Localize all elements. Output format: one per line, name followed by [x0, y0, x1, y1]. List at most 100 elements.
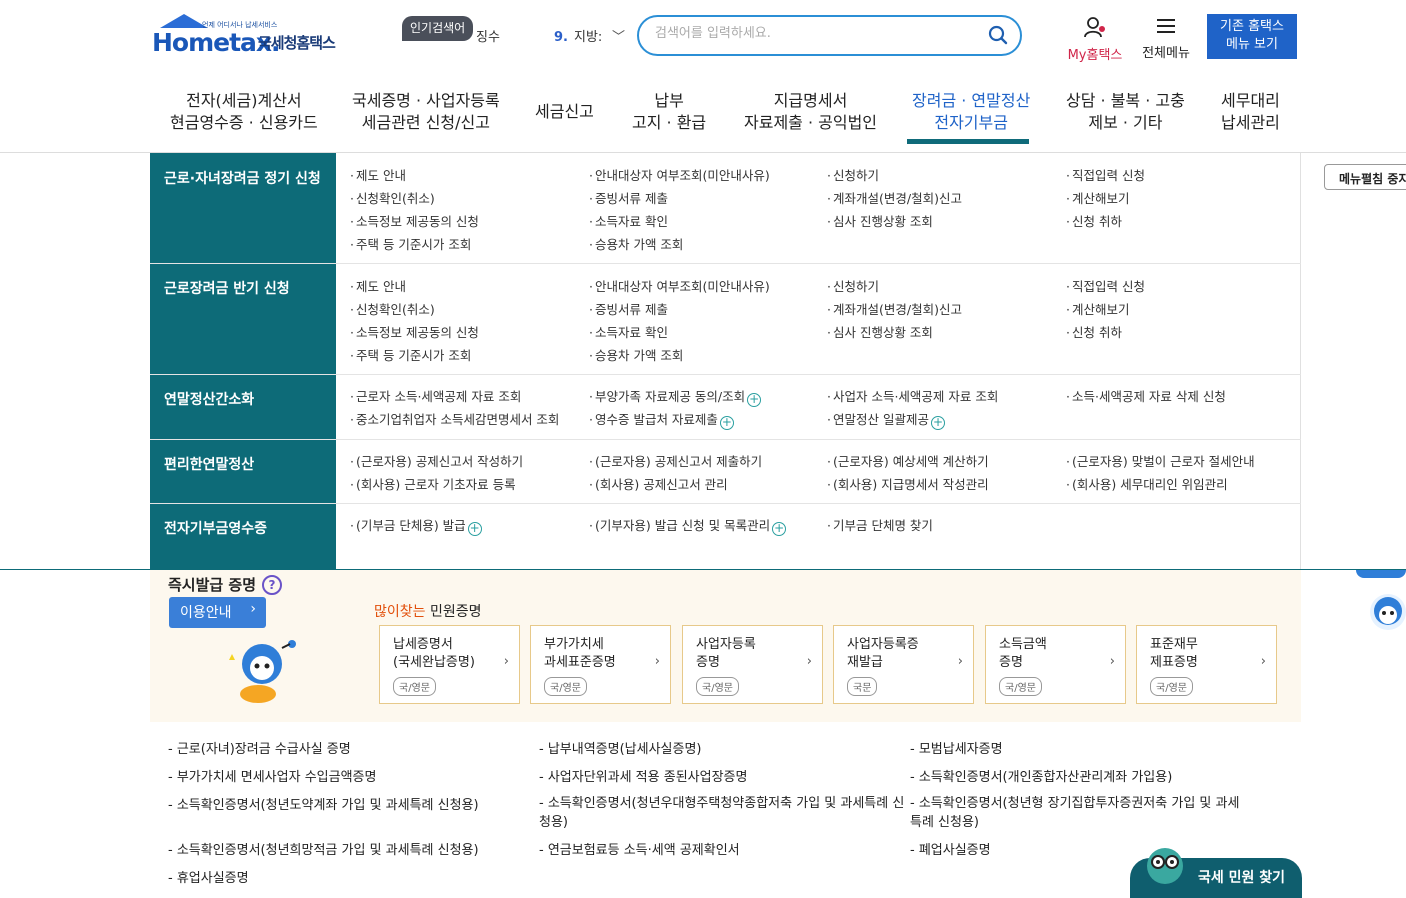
mega-link[interactable]: 연말정산 일괄제공+	[827, 409, 945, 430]
hometax-logo[interactable]: 언제 어디서나 납세서비스 Hometax. 국세청홈택스	[152, 14, 352, 62]
certificate-card[interactable]: 납세증명서 (국세완납증명) › 국/영문	[379, 625, 520, 704]
mega-link[interactable]: (기부금 단체용) 발급+	[350, 515, 482, 536]
gnb-item-agent[interactable]: 세무대리 납세관리	[1221, 90, 1280, 134]
mega-link[interactable]: 주택 등 기준시가 조회	[350, 234, 471, 253]
plus-circle-icon[interactable]: +	[772, 522, 787, 536]
certificate-card[interactable]: 표준재무 제표증명 › 국/영문	[1136, 625, 1277, 704]
mega-link[interactable]: 근로자 소득·세액공제 자료 조회	[350, 386, 521, 405]
search-input[interactable]	[655, 26, 975, 41]
gnb-item-certificate[interactable]: 국세증명 · 사업자등록 세금관련 신청/신고	[352, 90, 500, 134]
usage-guide-button[interactable]: 이용안내 ›	[169, 597, 266, 628]
mega-link[interactable]: (근로자용) 공제신고서 작성하기	[350, 451, 523, 470]
gnb-item-consulting[interactable]: 상담 · 불복 · 고충 제보 · 기타	[1066, 90, 1185, 134]
mega-link[interactable]: 계산해보기	[1066, 299, 1130, 318]
mega-link[interactable]: 계좌개설(변경/철회)신고	[827, 299, 962, 318]
mega-link[interactable]: (근로자용) 공제신고서 제출하기	[589, 451, 762, 470]
popular-search-item[interactable]: 9. 지방:	[554, 26, 602, 45]
mega-link[interactable]: 신청 취하	[1066, 322, 1122, 341]
my-hometax-button[interactable]: My홈택스	[1062, 16, 1128, 63]
menu-expand-stop-button[interactable]: 메뉴펼침 중지	[1324, 164, 1406, 190]
certificate-link[interactable]: 사업자단위과세 적용 종된사업장증명	[539, 768, 748, 787]
mega-link[interactable]: 직접입력 신청	[1066, 276, 1145, 295]
mega-link[interactable]: 신청확인(취소)	[350, 188, 435, 207]
mega-link[interactable]: 심사 진행상황 조회	[827, 322, 933, 341]
certificate-link[interactable]: 납부내역증명(납세사실증명)	[539, 740, 702, 759]
mega-link[interactable]: 사업자 소득·세액공제 자료 조회	[827, 386, 998, 405]
mega-link[interactable]: 제도 안내	[350, 165, 406, 184]
certificate-card[interactable]: 사업자등록증 재발급 › 국문	[833, 625, 974, 704]
search-icon[interactable]	[988, 25, 1008, 45]
plus-circle-icon[interactable]: +	[747, 393, 762, 407]
mega-link[interactable]: 승용차 가액 조회	[589, 345, 683, 364]
mega-link[interactable]: 영수증 발급처 자료제출+	[589, 409, 734, 430]
plus-circle-icon[interactable]: +	[719, 416, 734, 430]
certificate-card[interactable]: 부가가치세 과세표준증명 › 국/영문	[530, 625, 671, 704]
mega-link[interactable]: 제도 안내	[350, 276, 406, 295]
mega-link[interactable]: 소득·세액공제 자료 삭제 신청	[1066, 386, 1226, 405]
mega-link[interactable]: 계산해보기	[1066, 188, 1130, 207]
all-menu-button[interactable]: 전체메뉴	[1138, 16, 1194, 61]
certificate-link[interactable]: 소득확인증명서(청년형 장기집합투자증권저축 가입 및 과세특례 신청용)	[910, 794, 1240, 832]
certificate-card[interactable]: 사업자등록 증명 › 국/영문	[682, 625, 823, 704]
mega-link[interactable]: (근로자용) 맞벌이 근로자 절세안내	[1066, 451, 1255, 470]
gnb-item-payment-statement[interactable]: 지급명세서 자료제출 · 공익법인	[744, 90, 877, 134]
mega-link[interactable]: 승용차 가액 조회	[589, 234, 683, 253]
mega-row: 연말정산간소화 근로자 소득·세액공제 자료 조회 중소기업취업자 소득세감면명…	[150, 375, 1301, 440]
mega-link[interactable]: 기부금 단체명 찾기	[827, 515, 933, 534]
mega-link[interactable]: 소득정보 제공동의 신청	[350, 211, 479, 230]
certificate-link[interactable]: 소득확인증명서(청년도약계좌 가입 및 과세특례 신청용)	[168, 796, 528, 815]
mega-link[interactable]: 직접입력 신청	[1066, 165, 1145, 184]
plus-circle-icon[interactable]: +	[930, 416, 945, 430]
popular-search-prev[interactable]: 징수	[476, 26, 500, 45]
mega-link[interactable]: (회사용) 근로자 기초자료 등록	[350, 474, 516, 493]
certificate-link[interactable]: 근로(자녀)장려금 수급사실 증명	[168, 740, 351, 759]
mega-link[interactable]: 증빙서류 제출	[589, 188, 668, 207]
certificate-link[interactable]: 소득확인증명서(청년희망적금 가입 및 과세특례 신청용)	[168, 841, 479, 860]
gnb-line2: 세금관련 신청/신고	[361, 113, 490, 132]
mega-link[interactable]: (회사용) 공제신고서 관리	[589, 474, 728, 493]
mega-link[interactable]: (근로자용) 예상세액 계산하기	[827, 451, 989, 470]
mega-link[interactable]: 신청하기	[827, 276, 879, 295]
mega-link[interactable]: (회사용) 지급명세서 작성관리	[827, 474, 989, 493]
mega-link[interactable]: 소득자료 확인	[589, 322, 668, 341]
gnb-item-einvoice[interactable]: 전자(세금)계산서 현금영수증 · 신용카드	[170, 90, 318, 134]
mega-link[interactable]: 증빙서류 제출	[589, 299, 668, 318]
mega-link[interactable]: 소득정보 제공동의 신청	[350, 322, 479, 341]
certificate-card[interactable]: 소득금액 증명 › 국/영문	[985, 625, 1126, 704]
mega-link[interactable]: (기부자용) 발급 신청 및 목록관리+	[589, 515, 787, 536]
mega-category[interactable]: 편리한연말정산	[164, 454, 254, 474]
mega-link[interactable]: 신청확인(취소)	[350, 299, 435, 318]
certificate-link[interactable]: 소득확인증명서(청년우대형주택청약종합저축 가입 및 과세특례 신청용)	[539, 794, 907, 832]
old-hometax-menu-button[interactable]: 기존 홈택스 메뉴 보기	[1207, 14, 1297, 59]
mega-category[interactable]: 근로장려금 반기 신청	[164, 278, 290, 298]
gnb-item-tax-return[interactable]: 세금신고	[535, 101, 594, 123]
chevron-down-icon[interactable]: ﹀	[612, 26, 625, 45]
mega-link[interactable]: 안내대상자 여부조회(미안내사유)	[589, 165, 770, 184]
gnb-item-incentive[interactable]: 장려금 · 연말정산 전자기부금	[912, 90, 1030, 134]
mega-link[interactable]: 신청하기	[827, 165, 879, 184]
side-tab[interactable]	[1356, 570, 1406, 578]
certificate-link[interactable]: 연금보험료등 소득·세액 공제확인서	[539, 841, 740, 860]
certificate-link[interactable]: 부가가치세 면세사업자 수입금액증명	[168, 768, 377, 787]
mega-link[interactable]: 중소기업취업자 소득세감면명세서 조회	[350, 409, 559, 428]
mega-category[interactable]: 연말정산간소화	[164, 389, 254, 409]
help-icon[interactable]: ?	[262, 575, 282, 595]
mega-link[interactable]: 주택 등 기준시가 조회	[350, 345, 471, 364]
plus-circle-icon[interactable]: +	[467, 522, 482, 536]
chatbot-mascot-icon[interactable]	[1364, 586, 1406, 638]
certificate-link[interactable]: 모범납세자증명	[910, 740, 1003, 759]
mega-category[interactable]: 전자기부금영수증	[164, 518, 267, 538]
certificate-link[interactable]: 휴업사실증명	[168, 869, 249, 888]
mega-link[interactable]: (회사용) 세무대리인 위임관리	[1066, 474, 1228, 493]
mega-link[interactable]: 심사 진행상황 조회	[827, 211, 933, 230]
mega-link[interactable]: 계좌개설(변경/철회)신고	[827, 188, 962, 207]
certificate-link[interactable]: 폐업사실증명	[910, 841, 991, 860]
gnb-item-payment[interactable]: 납부 고지 · 환급	[632, 90, 706, 134]
mega-link[interactable]: 신청 취하	[1066, 211, 1122, 230]
mega-link[interactable]: 부양가족 자료제공 동의/조회+	[589, 386, 762, 407]
certificate-link[interactable]: 소득확인증명서(개인종합자산관리계좌 가입용)	[910, 768, 1172, 787]
mega-category[interactable]: 근로·자녀장려금 정기 신청	[164, 168, 321, 188]
mega-link[interactable]: 안내대상자 여부조회(미안내사유)	[589, 276, 770, 295]
mega-link[interactable]: 소득자료 확인	[589, 211, 668, 230]
gnb-line2: 자료제출 · 공익법인	[744, 113, 878, 132]
